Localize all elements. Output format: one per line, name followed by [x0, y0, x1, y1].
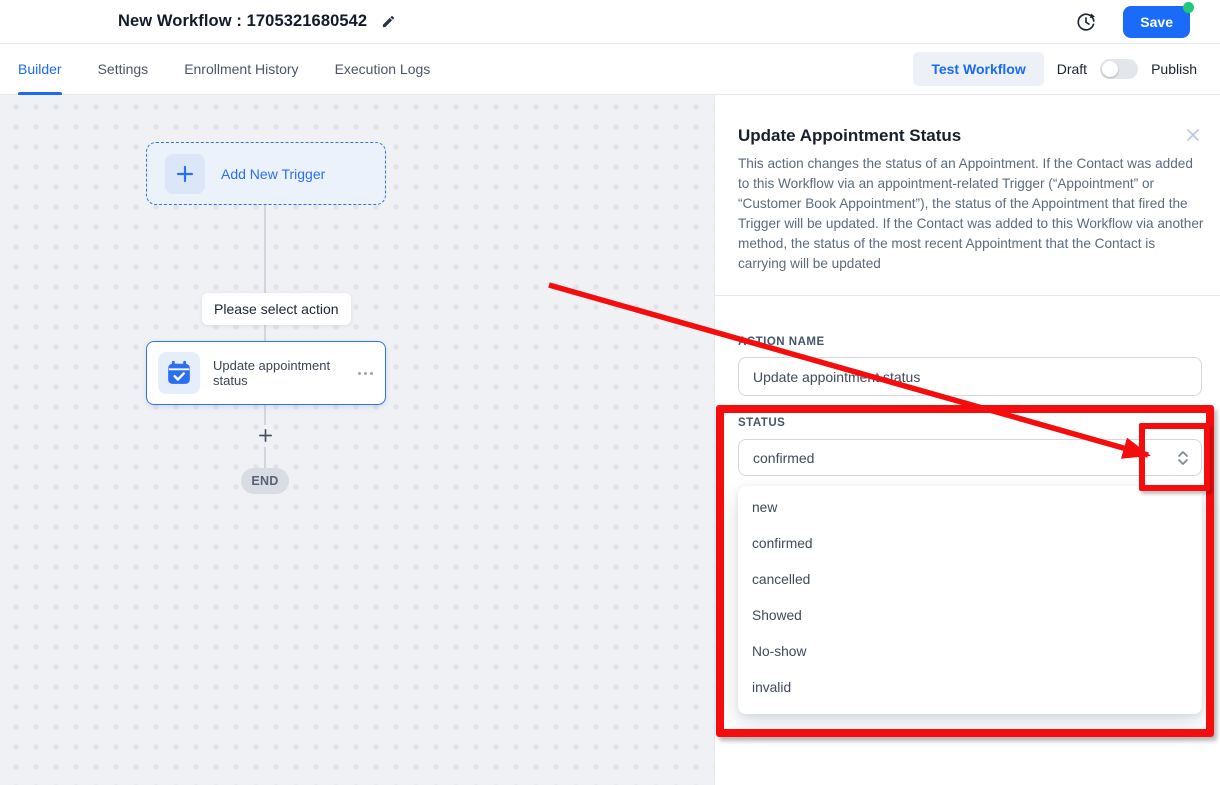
pencil-icon — [381, 14, 396, 29]
add-new-trigger-node[interactable]: Add New Trigger — [146, 142, 386, 205]
publish-toggle[interactable] — [1100, 59, 1138, 79]
page-title: New Workflow : 1705321680542 — [118, 12, 367, 31]
tab-bar-actions: Test Workflow Draft Publish — [913, 52, 1197, 86]
close-panel-button[interactable] — [1185, 127, 1201, 143]
node-label: Update appointment status — [213, 358, 356, 388]
action-name-label: ACTION NAME — [738, 336, 825, 348]
history-clock-icon — [1075, 11, 1097, 33]
dropdown-option-no-show[interactable]: No-show — [738, 633, 1202, 669]
action-name-input[interactable] — [738, 357, 1202, 396]
divider — [715, 295, 1220, 296]
edit-title-button[interactable] — [381, 14, 396, 29]
node-menu-kebab-icon[interactable] — [356, 368, 375, 379]
tab-settings[interactable]: Settings — [98, 44, 149, 95]
main-area: Add New Trigger Please select action Upd… — [0, 95, 1220, 785]
tab-label: Enrollment History — [184, 61, 298, 77]
tab-label: Settings — [98, 61, 149, 77]
plus-chip — [165, 154, 205, 194]
tab-execution-logs[interactable]: Execution Logs — [335, 44, 431, 95]
tab-builder[interactable]: Builder — [18, 44, 62, 95]
workflow-title-wrap: New Workflow : 1705321680542 — [118, 12, 396, 31]
save-button[interactable]: Save — [1123, 6, 1190, 38]
trigger-label: Add New Trigger — [221, 166, 325, 182]
top-bar: New Workflow : 1705321680542 Save — [0, 0, 1220, 44]
tab-label: Builder — [18, 61, 62, 77]
workflow-builder-app: New Workflow : 1705321680542 Save — [0, 0, 1220, 785]
toggle-knob — [1102, 61, 1118, 77]
action-settings-panel: Update Appointment Status This action ch… — [715, 95, 1220, 785]
top-bar-actions: Save — [1075, 6, 1190, 38]
status-label: STATUS — [738, 417, 785, 429]
version-history-button[interactable] — [1075, 11, 1097, 33]
tab-bar: Builder Settings Enrollment History Exec… — [0, 44, 1220, 95]
save-button-label: Save — [1140, 14, 1173, 30]
tab-label: Execution Logs — [335, 61, 431, 77]
status-select-value: confirmed — [753, 450, 1177, 466]
end-marker: END — [241, 468, 289, 494]
test-workflow-button[interactable]: Test Workflow — [913, 52, 1043, 86]
dropdown-option-confirmed[interactable]: confirmed — [738, 525, 1202, 561]
dropdown-option-cancelled[interactable]: cancelled — [738, 561, 1202, 597]
status-dropdown: new confirmed cancelled Showed No-show i… — [738, 486, 1202, 714]
dropdown-option-showed[interactable]: Showed — [738, 597, 1202, 633]
dropdown-option-new[interactable]: new — [738, 489, 1202, 525]
panel-title: Update Appointment Status — [738, 126, 961, 146]
panel-description: This action changes the status of an App… — [738, 154, 1206, 274]
draft-label: Draft — [1057, 61, 1087, 77]
close-icon — [1185, 127, 1201, 143]
unsaved-changes-dot — [1183, 2, 1194, 13]
node-icon-wrap — [158, 352, 200, 394]
select-action-tooltip: Please select action — [202, 293, 351, 325]
chevron-up-down-icon — [1177, 450, 1189, 466]
publish-label: Publish — [1151, 61, 1197, 77]
tab-enrollment-history[interactable]: Enrollment History — [184, 44, 298, 95]
plus-icon — [258, 428, 273, 443]
update-appointment-status-node[interactable]: Update appointment status — [146, 341, 386, 405]
connector-line — [264, 447, 266, 469]
plus-icon — [176, 165, 194, 183]
status-select[interactable]: confirmed — [738, 439, 1202, 476]
dropdown-option-invalid[interactable]: invalid — [738, 669, 1202, 705]
workflow-canvas[interactable]: Add New Trigger Please select action Upd… — [0, 95, 715, 785]
connector-line — [264, 405, 266, 425]
add-step-button[interactable] — [253, 423, 277, 447]
calendar-check-icon — [166, 360, 192, 386]
